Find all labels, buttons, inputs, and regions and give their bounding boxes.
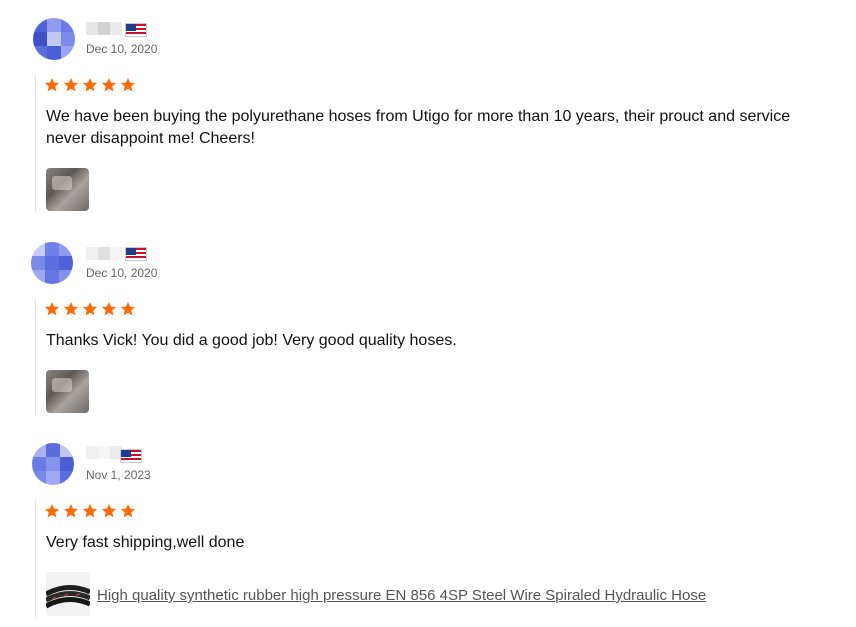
review-date: Dec 10, 2020 [86, 42, 158, 56]
us-flag-icon [125, 247, 147, 261]
star-icon [121, 78, 135, 92]
star-icon [121, 504, 135, 518]
review-text: Thanks Vick! You did a good job! Very go… [46, 332, 457, 349]
star-icon [102, 504, 116, 518]
star-icon [64, 78, 78, 92]
star-icon [121, 302, 135, 316]
star-icon [83, 504, 97, 518]
star-rating [44, 77, 136, 93]
avatar [32, 443, 74, 485]
review-photo-thumbnail[interactable] [46, 168, 89, 211]
us-flag-icon [125, 23, 147, 37]
star-icon [102, 302, 116, 316]
product-link[interactable]: High quality synthetic rubber high press… [97, 587, 706, 604]
avatar [33, 18, 75, 60]
review-date: Dec 10, 2020 [86, 266, 158, 280]
reviewer-name-blurred [86, 22, 122, 35]
review-text: We have been buying the polyurethane hos… [46, 108, 791, 147]
reviewer-name-blurred [86, 446, 122, 459]
star-rating [44, 301, 136, 317]
star-icon [64, 302, 78, 316]
star-icon [64, 504, 78, 518]
avatar [31, 242, 73, 284]
star-icon [102, 78, 116, 92]
star-icon [45, 504, 59, 518]
review-photo-thumbnail[interactable] [46, 370, 89, 413]
us-flag-icon [120, 449, 142, 463]
star-icon [83, 302, 97, 316]
star-icon [83, 78, 97, 92]
star-rating [44, 503, 136, 519]
star-icon [45, 302, 59, 316]
review-text: Very fast shipping,well done [46, 534, 245, 551]
review-body: We have been buying the polyurethane hos… [35, 75, 790, 212]
reviewer-name-blurred [86, 247, 122, 260]
review-body: Thanks Vick! You did a good job! Very go… [35, 299, 457, 414]
review-body: Very fast shipping,well done High qualit… [35, 501, 706, 617]
product-thumbnail[interactable] [46, 572, 90, 616]
star-icon [45, 78, 59, 92]
review-date: Nov 1, 2023 [86, 468, 151, 482]
